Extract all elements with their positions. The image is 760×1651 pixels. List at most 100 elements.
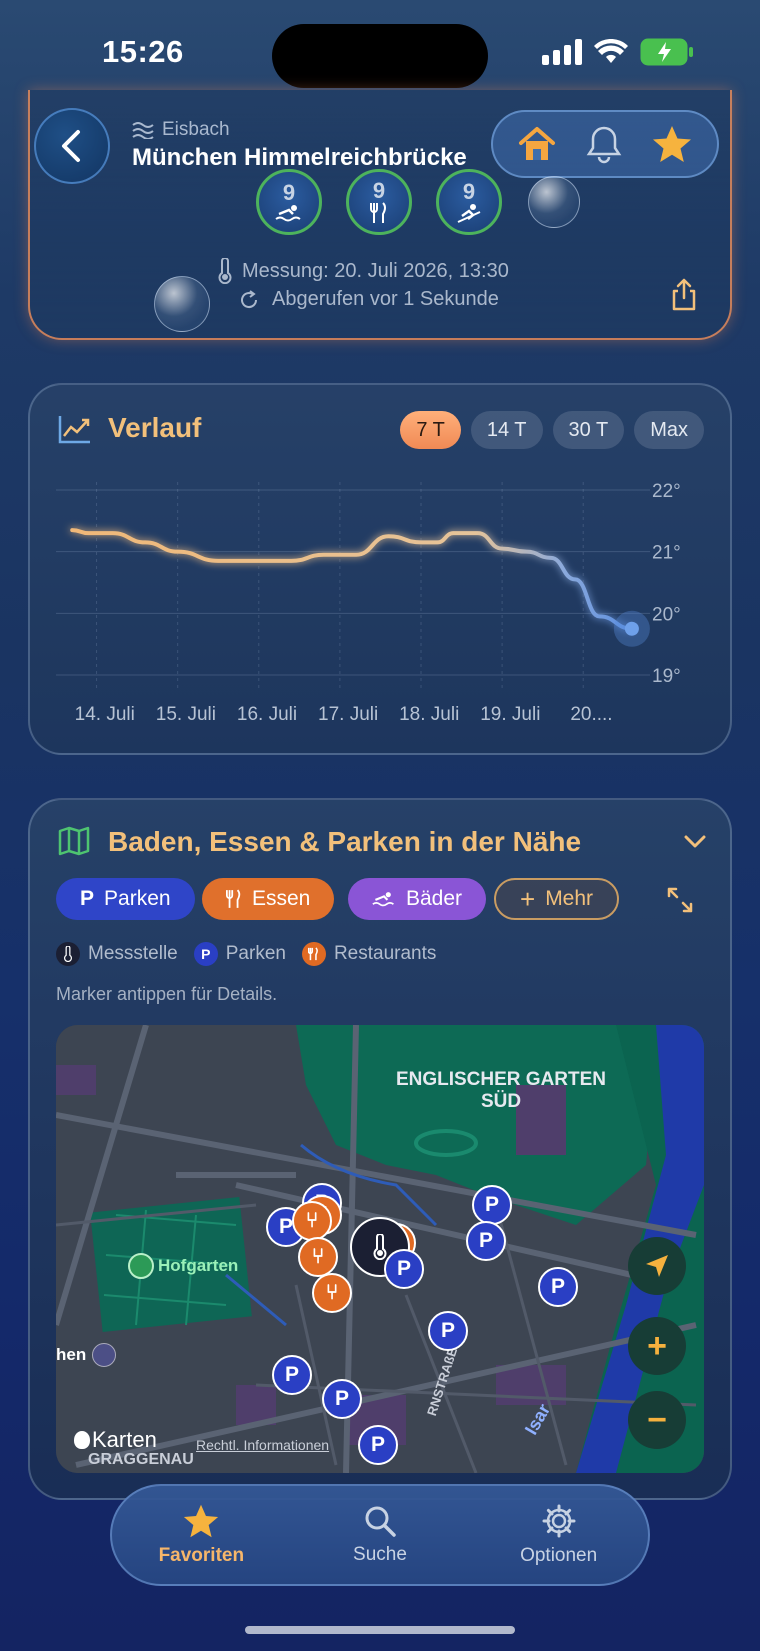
bell-icon[interactable] [585, 124, 623, 164]
x-tick-label: 15. Juli [156, 704, 216, 725]
star-icon [184, 1504, 219, 1538]
minus-icon: − [647, 1401, 667, 1439]
score-badge-swim[interactable]: 9 [256, 169, 322, 235]
locate-button[interactable] [628, 1237, 686, 1295]
tab-optionen[interactable]: Optionen [484, 1503, 634, 1567]
top-actions [491, 110, 719, 178]
parking-icon: P [193, 942, 218, 966]
chip-essen[interactable]: Essen [202, 878, 335, 920]
chip-label: Bäder [406, 887, 463, 910]
parking-marker[interactable]: P [472, 1185, 512, 1225]
status-icons [542, 38, 694, 66]
chevron-left-icon [62, 130, 80, 162]
range-tabs: 7 T 14 T 30 T Max [400, 411, 704, 449]
parking-marker[interactable]: P [384, 1249, 424, 1289]
x-tick-label: 19. Juli [480, 704, 540, 725]
chip-baeder[interactable]: Bäder [348, 878, 487, 920]
cutlery-icon [226, 889, 241, 908]
parking-marker[interactable]: P [272, 1355, 312, 1395]
location-arrow-icon [646, 1255, 668, 1277]
chip-label: Mehr [545, 887, 594, 910]
plus-icon: + [647, 1327, 667, 1365]
x-tick-label: 16. Juli [237, 704, 297, 725]
refresh-icon [241, 289, 258, 308]
range-tab-14[interactable]: 14 T [470, 411, 543, 449]
tab-label: Favoriten [158, 1545, 245, 1566]
tab-label: Suche [353, 1544, 407, 1565]
zoom-in-button[interactable]: + [628, 1317, 686, 1375]
wifi-icon [594, 39, 628, 63]
chip-parken[interactable]: P Parken [56, 878, 195, 920]
signal-icon [542, 39, 582, 65]
parking-marker[interactable]: P [322, 1379, 362, 1419]
range-tab-7[interactable]: 7 T [400, 411, 461, 449]
range-tab-30[interactable]: 30 T [552, 411, 625, 449]
map-poi-cut: hen [56, 1343, 117, 1367]
y-tick-label: 19° [652, 666, 681, 687]
apple-icon [74, 1431, 90, 1449]
map-legend: Messstelle P Parken Restaurants [56, 942, 436, 966]
dynamic-island [272, 24, 488, 88]
parking-marker[interactable]: P [358, 1425, 398, 1465]
measurement-time: Messung: 20. Juli 2026, 13:30 [242, 259, 509, 282]
x-tick-label: 18. Juli [399, 704, 459, 725]
thermometer-icon [56, 942, 80, 966]
decorative-bubble [528, 176, 580, 228]
home-icon[interactable] [517, 124, 557, 164]
church-icon [92, 1343, 117, 1367]
poi-label: hen [56, 1345, 87, 1364]
temperature-line [70, 528, 634, 631]
thermometer-icon [373, 1234, 387, 1260]
history-title: Verlauf [108, 412, 202, 443]
score-value: 9 [372, 178, 386, 203]
range-tab-max[interactable]: Max [634, 411, 704, 449]
score-badge-food[interactable]: 9 [346, 169, 412, 235]
chip-mehr[interactable]: + Mehr [494, 878, 620, 920]
restaurant-marker[interactable]: ⑂ [298, 1237, 338, 1277]
provider-label: Karten [92, 1427, 157, 1452]
star-icon[interactable] [651, 124, 693, 164]
legend-label: Messstelle [88, 943, 178, 964]
zoom-out-button[interactable]: − [628, 1391, 686, 1449]
chevron-down-icon[interactable] [684, 834, 706, 850]
river-name: Eisbach [162, 119, 230, 140]
tab-suche[interactable]: Suche [305, 1504, 455, 1566]
chart-line-icon [58, 416, 90, 444]
flower-icon [128, 1253, 154, 1279]
station-name: München Himmelreichbrücke [132, 144, 467, 171]
decorative-bubble [154, 276, 210, 332]
plus-icon: + [520, 883, 536, 914]
restaurant-marker[interactable]: ⑂ [312, 1273, 352, 1313]
parking-marker[interactable]: P [428, 1311, 468, 1351]
y-tick-label: 22° [652, 481, 681, 502]
legend-label: Restaurants [333, 943, 437, 964]
tab-label: Optionen [520, 1545, 598, 1566]
tab-favoriten[interactable]: Favoriten [126, 1503, 276, 1567]
map-provider: Karten [74, 1427, 157, 1453]
legal-link[interactable]: Rechtl. Informationen [196, 1437, 329, 1453]
current-point [624, 621, 639, 636]
map-icon [58, 826, 90, 856]
fetched-time: Abgerufen vor 1 Sekunde [272, 288, 499, 310]
back-button[interactable] [34, 108, 110, 184]
chip-label: Parken [104, 887, 171, 910]
thermometer-icon [218, 258, 232, 284]
expand-icon[interactable] [666, 886, 694, 914]
share-icon[interactable] [670, 278, 698, 312]
legend-restaurants: Restaurants [301, 942, 437, 966]
cutlery-icon [370, 202, 386, 223]
poi-label: Hofgarten [158, 1256, 239, 1275]
y-tick-label: 21° [652, 543, 681, 564]
parking-marker[interactable]: P [538, 1267, 578, 1307]
map-view[interactable]: ENGLISCHER GARTEN SÜD Hofgarten hen Isar… [56, 1025, 704, 1473]
restaurant-marker[interactable]: ⑂ [292, 1201, 332, 1241]
score-badge-surf[interactable]: 9 [436, 169, 502, 235]
score-value: 9 [462, 179, 476, 204]
parking-icon: P [80, 887, 95, 910]
map-poi-hofgarten[interactable]: Hofgarten [128, 1253, 238, 1279]
score-value: 9 [282, 180, 296, 205]
district-label: GRAGGENAU [88, 1451, 194, 1468]
x-tick-label: 14. Juli [75, 704, 135, 725]
y-tick-label: 20° [652, 604, 681, 625]
parking-marker[interactable]: P [466, 1221, 506, 1261]
